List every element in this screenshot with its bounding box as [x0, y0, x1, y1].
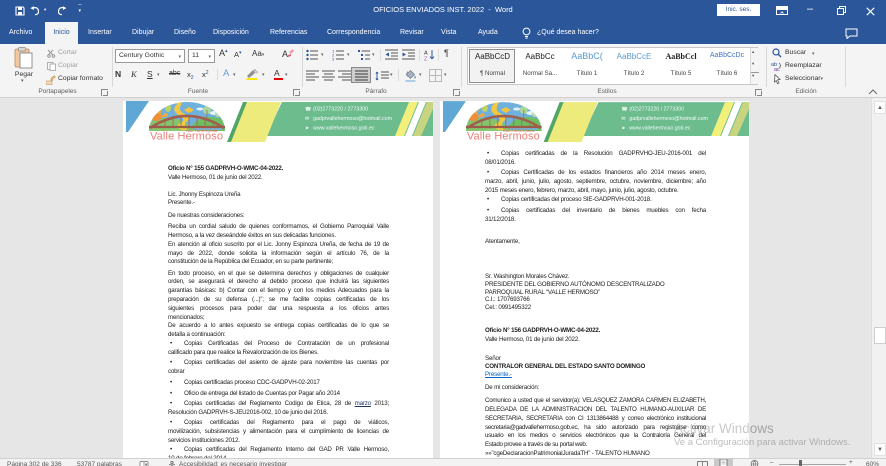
svg-text:ac: ac	[774, 67, 780, 71]
svg-text:Z: Z	[424, 57, 428, 62]
svg-text:➤: ➤	[621, 125, 625, 131]
svg-text:gadprvallehermoso@hotmail.com: gadprvallehermoso@hotmail.com	[313, 116, 393, 122]
svg-text:☎: ☎	[305, 107, 311, 113]
svg-text:A: A	[282, 49, 288, 59]
svg-text:www.vallehermoso.gob.ec: www.vallehermoso.gob.ec	[629, 125, 691, 131]
svg-text:☎: ☎	[621, 107, 627, 113]
svg-text:✉: ✉	[621, 116, 625, 122]
svg-text:Valle Hermoso: Valle Hermoso	[150, 131, 223, 143]
svg-text:✉: ✉	[305, 116, 309, 122]
svg-text:(02)2773220 / 2773300: (02)2773220 / 2773300	[629, 107, 684, 113]
svg-text:Valle Hermoso: Valle Hermoso	[467, 130, 540, 142]
svg-text:(02)2773220 / 2773300: (02)2773220 / 2773300	[313, 107, 368, 113]
svg-text:3: 3	[332, 57, 335, 62]
svg-text:www.vallehermoso.gob.ec: www.vallehermoso.gob.ec	[313, 126, 375, 132]
svg-text:➤: ➤	[305, 126, 309, 132]
svg-text:gadprvallehermoso@hotmail.com: gadprvallehermoso@hotmail.com	[629, 116, 708, 122]
